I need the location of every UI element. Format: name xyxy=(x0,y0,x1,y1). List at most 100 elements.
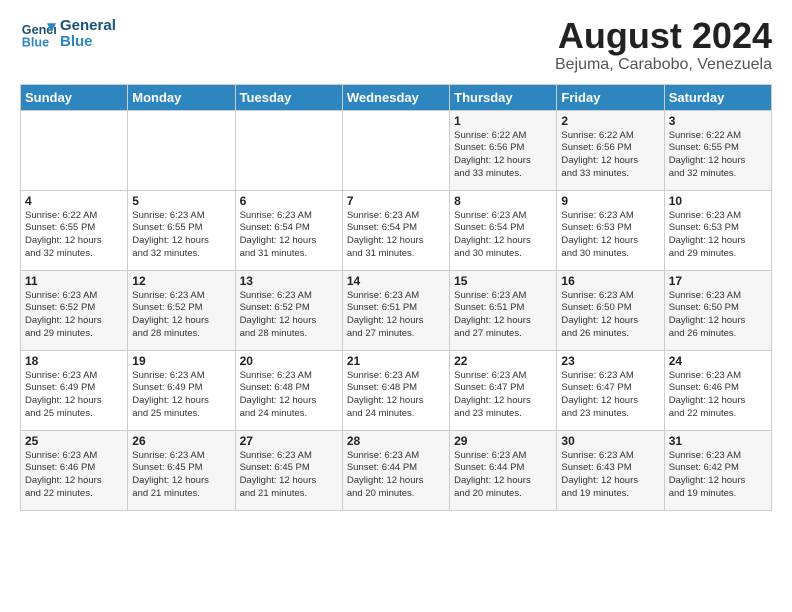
day-info: Sunrise: 6:23 AM Sunset: 6:55 PM Dayligh… xyxy=(132,210,230,261)
day-info: Sunrise: 6:22 AM Sunset: 6:55 PM Dayligh… xyxy=(669,130,767,181)
day-number: 21 xyxy=(347,354,445,368)
day-info: Sunrise: 6:23 AM Sunset: 6:44 PM Dayligh… xyxy=(347,450,445,501)
calendar-cell: 15 Sunrise: 6:23 AM Sunset: 6:51 PM Dayli… xyxy=(450,270,557,350)
day-header-tuesday: Tuesday xyxy=(235,84,342,110)
calendar-cell: 23 Sunrise: 6:23 AM Sunset: 6:47 PM Dayli… xyxy=(557,350,664,430)
day-info: Sunrise: 6:23 AM Sunset: 6:53 PM Dayligh… xyxy=(561,210,659,261)
calendar-cell: 7 Sunrise: 6:23 AM Sunset: 6:54 PM Daylig… xyxy=(342,190,449,270)
day-info: Sunrise: 6:23 AM Sunset: 6:52 PM Dayligh… xyxy=(240,290,338,341)
day-header-saturday: Saturday xyxy=(664,84,771,110)
day-header-thursday: Thursday xyxy=(450,84,557,110)
day-number: 20 xyxy=(240,354,338,368)
day-info: Sunrise: 6:23 AM Sunset: 6:54 PM Dayligh… xyxy=(347,210,445,261)
day-number: 5 xyxy=(132,194,230,208)
calendar-cell: 4 Sunrise: 6:22 AM Sunset: 6:55 PM Daylig… xyxy=(21,190,128,270)
page-container: General Blue General Blue August 2024 Be… xyxy=(0,0,792,521)
day-info: Sunrise: 6:23 AM Sunset: 6:54 PM Dayligh… xyxy=(454,210,552,261)
calendar-cell: 22Sunrise: 6:23 AM Sunset: 6:47 PM Dayli… xyxy=(450,350,557,430)
day-info: Sunrise: 6:23 AM Sunset: 6:52 PM Dayligh… xyxy=(25,290,123,341)
day-number: 29 xyxy=(454,434,552,448)
calendar-cell: 28Sunrise: 6:23 AM Sunset: 6:44 PM Dayli… xyxy=(342,430,449,510)
calendar-cell: 6Sunrise: 6:23 AM Sunset: 6:54 PM Daylig… xyxy=(235,190,342,270)
calendar-cell: 13Sunrise: 6:23 AM Sunset: 6:52 PM Dayli… xyxy=(235,270,342,350)
calendar-cell: 16Sunrise: 6:23 AM Sunset: 6:50 PM Dayli… xyxy=(557,270,664,350)
calendar-cell: 31 Sunrise: 6:23 AM Sunset: 6:42 PM Dayli… xyxy=(664,430,771,510)
calendar-cell: 3Sunrise: 6:22 AM Sunset: 6:55 PM Daylig… xyxy=(664,110,771,190)
day-info: Sunrise: 6:23 AM Sunset: 6:45 PM Dayligh… xyxy=(132,450,230,501)
day-number: 15 xyxy=(454,274,552,288)
day-info: Sunrise: 6:23 AM Sunset: 6:46 PM Dayligh… xyxy=(25,450,123,501)
calendar-cell xyxy=(128,110,235,190)
day-info: Sunrise: 6:22 AM Sunset: 6:55 PM Dayligh… xyxy=(25,210,123,261)
day-header-sunday: Sunday xyxy=(21,84,128,110)
calendar-cell: 8 Sunrise: 6:23 AM Sunset: 6:54 PM Daylig… xyxy=(450,190,557,270)
day-info: Sunrise: 6:22 AM Sunset: 6:56 PM Dayligh… xyxy=(561,130,659,181)
calendar-cell: 19 Sunrise: 6:23 AM Sunset: 6:49 PM Dayli… xyxy=(128,350,235,430)
day-info: Sunrise: 6:23 AM Sunset: 6:53 PM Dayligh… xyxy=(669,210,767,261)
day-number: 27 xyxy=(240,434,338,448)
calendar-cell: 20 Sunrise: 6:23 AM Sunset: 6:48 PM Dayli… xyxy=(235,350,342,430)
calendar-cell: 1 Sunrise: 6:22 AM Sunset: 6:56 PM Daylig… xyxy=(450,110,557,190)
calendar-week-5: 25Sunrise: 6:23 AM Sunset: 6:46 PM Dayli… xyxy=(21,430,772,510)
day-number: 26 xyxy=(132,434,230,448)
calendar-cell: 18 Sunrise: 6:23 AM Sunset: 6:49 PM Dayli… xyxy=(21,350,128,430)
calendar-cell xyxy=(235,110,342,190)
day-number: 31 xyxy=(669,434,767,448)
day-number: 12 xyxy=(132,274,230,288)
calendar-cell: 24 Sunrise: 6:23 AM Sunset: 6:46 PM Dayli… xyxy=(664,350,771,430)
calendar-week-2: 4 Sunrise: 6:22 AM Sunset: 6:55 PM Daylig… xyxy=(21,190,772,270)
day-number: 22 xyxy=(454,354,552,368)
main-title: August 2024 xyxy=(555,16,772,56)
day-number: 17 xyxy=(669,274,767,288)
day-header-friday: Friday xyxy=(557,84,664,110)
day-info: Sunrise: 6:23 AM Sunset: 6:44 PM Dayligh… xyxy=(454,450,552,501)
calendar-cell: 26 Sunrise: 6:23 AM Sunset: 6:45 PM Dayli… xyxy=(128,430,235,510)
calendar-week-4: 18 Sunrise: 6:23 AM Sunset: 6:49 PM Dayli… xyxy=(21,350,772,430)
calendar-cell: 29 Sunrise: 6:23 AM Sunset: 6:44 PM Dayli… xyxy=(450,430,557,510)
calendar-cell: 27 Sunrise: 6:23 AM Sunset: 6:45 PM Dayli… xyxy=(235,430,342,510)
calendar-cell: 2 Sunrise: 6:22 AM Sunset: 6:56 PM Daylig… xyxy=(557,110,664,190)
day-info: Sunrise: 6:23 AM Sunset: 6:46 PM Dayligh… xyxy=(669,370,767,421)
day-header-wednesday: Wednesday xyxy=(342,84,449,110)
calendar-cell: 10 Sunrise: 6:23 AM Sunset: 6:53 PM Dayli… xyxy=(664,190,771,270)
day-number: 18 xyxy=(25,354,123,368)
logo-line2: Blue xyxy=(60,34,116,51)
calendar-week-1: 1 Sunrise: 6:22 AM Sunset: 6:56 PM Daylig… xyxy=(21,110,772,190)
day-info: Sunrise: 6:23 AM Sunset: 6:49 PM Dayligh… xyxy=(132,370,230,421)
calendar-cell: 17Sunrise: 6:23 AM Sunset: 6:50 PM Dayli… xyxy=(664,270,771,350)
subtitle: Bejuma, Carabobo, Venezuela xyxy=(555,56,772,74)
day-number: 10 xyxy=(669,194,767,208)
day-info: Sunrise: 6:23 AM Sunset: 6:47 PM Dayligh… xyxy=(561,370,659,421)
day-info: Sunrise: 6:23 AM Sunset: 6:51 PM Dayligh… xyxy=(454,290,552,341)
day-number: 4 xyxy=(25,194,123,208)
day-number: 8 xyxy=(454,194,552,208)
day-info: Sunrise: 6:23 AM Sunset: 6:48 PM Dayligh… xyxy=(240,370,338,421)
header: General Blue General Blue August 2024 Be… xyxy=(20,16,772,74)
calendar-week-3: 11 Sunrise: 6:23 AM Sunset: 6:52 PM Dayli… xyxy=(21,270,772,350)
day-info: Sunrise: 6:23 AM Sunset: 6:45 PM Dayligh… xyxy=(240,450,338,501)
day-number: 7 xyxy=(347,194,445,208)
calendar-cell xyxy=(342,110,449,190)
day-number: 9 xyxy=(561,194,659,208)
svg-text:Blue: Blue xyxy=(22,36,49,50)
calendar-cell: 9 Sunrise: 6:23 AM Sunset: 6:53 PM Daylig… xyxy=(557,190,664,270)
calendar-cell: 30 Sunrise: 6:23 AM Sunset: 6:43 PM Dayli… xyxy=(557,430,664,510)
day-number: 11 xyxy=(25,274,123,288)
day-header-monday: Monday xyxy=(128,84,235,110)
logo-wordmark: General Blue xyxy=(60,18,116,51)
day-info: Sunrise: 6:22 AM Sunset: 6:56 PM Dayligh… xyxy=(454,130,552,181)
day-info: Sunrise: 6:23 AM Sunset: 6:42 PM Dayligh… xyxy=(669,450,767,501)
day-info: Sunrise: 6:23 AM Sunset: 6:50 PM Dayligh… xyxy=(561,290,659,341)
day-number: 19 xyxy=(132,354,230,368)
calendar-header-row: SundayMondayTuesdayWednesdayThursdayFrid… xyxy=(21,84,772,110)
day-number: 23 xyxy=(561,354,659,368)
day-number: 2 xyxy=(561,114,659,128)
day-info: Sunrise: 6:23 AM Sunset: 6:43 PM Dayligh… xyxy=(561,450,659,501)
day-number: 24 xyxy=(669,354,767,368)
day-number: 1 xyxy=(454,114,552,128)
day-info: Sunrise: 6:23 AM Sunset: 6:49 PM Dayligh… xyxy=(25,370,123,421)
logo: General Blue General Blue xyxy=(20,16,116,52)
calendar-cell: 14Sunrise: 6:23 AM Sunset: 6:51 PM Dayli… xyxy=(342,270,449,350)
day-number: 14 xyxy=(347,274,445,288)
day-number: 30 xyxy=(561,434,659,448)
